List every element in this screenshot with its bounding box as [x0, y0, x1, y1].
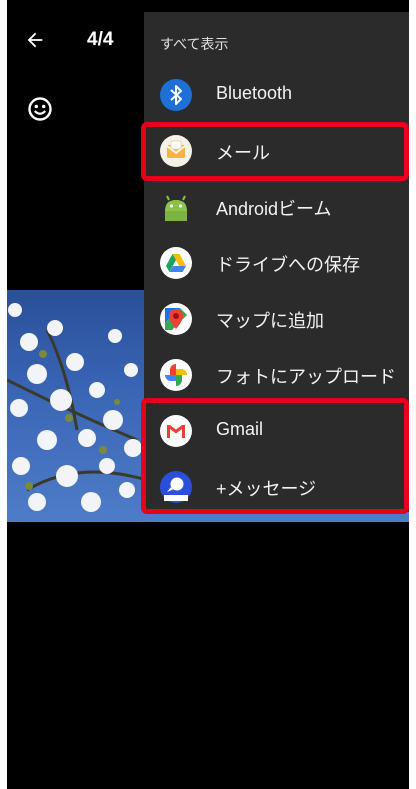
- arrow-left-icon: [27, 32, 43, 48]
- google-photos-icon: [160, 359, 192, 391]
- back-button[interactable]: [21, 26, 49, 54]
- google-drive-icon: [160, 247, 192, 279]
- google-maps-icon: [160, 303, 192, 335]
- share-item-bluetooth[interactable]: Bluetooth: [144, 68, 409, 122]
- share-item-maps[interactable]: マップに追加: [144, 292, 409, 346]
- bluetooth-icon: [160, 79, 192, 111]
- smiley-icon[interactable]: [27, 96, 53, 122]
- image-counter: 4/4: [87, 29, 114, 50]
- share-item-photos[interactable]: フォトにアップロード: [144, 348, 409, 402]
- share-item-drive[interactable]: ドライブへの保存: [144, 236, 409, 290]
- highlight-frame-gmail-message: [141, 398, 409, 514]
- show-all-header[interactable]: すべて表示: [160, 34, 228, 54]
- android-beam-icon: [165, 195, 187, 221]
- share-item-label: Androidビーム: [216, 199, 332, 219]
- share-item-android-beam[interactable]: Androidビーム: [144, 180, 409, 234]
- highlight-frame-mail: [141, 122, 409, 181]
- share-item-label: ドライブへの保存: [216, 255, 360, 275]
- share-item-label: フォトにアップロード: [216, 367, 396, 387]
- share-item-label: Bluetooth: [216, 83, 293, 103]
- share-item-label: マップに追加: [216, 311, 324, 331]
- phone-screen: 4/4 すべて表示 Bluetooth メール Androidビーム ドライブへ…: [7, 0, 409, 789]
